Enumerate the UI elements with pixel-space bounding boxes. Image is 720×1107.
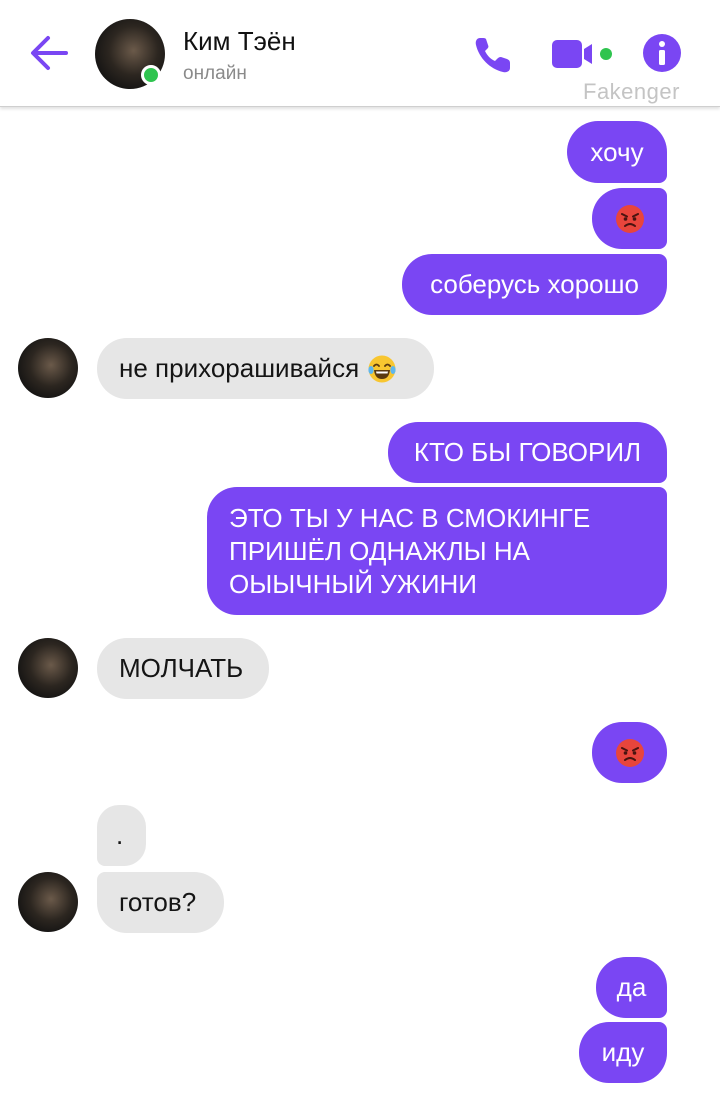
message-text: хочу xyxy=(590,136,644,167)
laughing-tears-face-icon xyxy=(368,355,396,382)
message-bubble-incoming[interactable]: готов? xyxy=(97,872,224,933)
chat-header: Ким Тэён онлайн Fakenger xyxy=(0,0,720,107)
message-bubble-outgoing[interactable]: да xyxy=(596,957,667,1018)
watermark: Fakenger xyxy=(583,79,680,104)
message-bubble-outgoing[interactable]: иду xyxy=(579,1022,667,1083)
message-text: КТО БЫ ГОВОРИЛ xyxy=(413,437,642,467)
message-text: ЭТО ТЫ У НАС В СМОКИНГЕ ПРИШЁЛ ОДНАЖЛЫ Н… xyxy=(229,502,591,599)
message-bubble-outgoing[interactable]: хочу xyxy=(567,121,667,183)
message-bubble-outgoing[interactable]: ЭТО ТЫ У НАС В СМОКИНГЕ ПРИШЁЛ ОДНАЖЛЫ Н… xyxy=(207,487,667,615)
contact-avatar[interactable] xyxy=(18,872,78,932)
message-bubble-outgoing[interactable] xyxy=(592,722,667,783)
message-bubble-incoming[interactable]: не прихорашивайся xyxy=(97,338,434,399)
angry-face-icon xyxy=(615,738,644,767)
message-text: . xyxy=(116,820,124,850)
message-bubble-outgoing[interactable]: соберусь хорошо xyxy=(402,254,667,315)
info-icon[interactable] xyxy=(642,33,682,73)
contact-status: онлайн xyxy=(183,63,247,84)
message-text: иду xyxy=(601,1037,645,1067)
message-bubble-incoming[interactable]: МОЛЧАТЬ xyxy=(97,638,269,699)
contact-name[interactable]: Ким Тэён xyxy=(183,26,296,57)
phone-call-icon[interactable] xyxy=(470,32,516,78)
angry-face-icon xyxy=(615,204,644,233)
message-text: не прихорашивайся xyxy=(119,353,360,383)
message-bubble-outgoing[interactable]: КТО БЫ ГОВОРИЛ xyxy=(388,422,667,483)
message-text: МОЛЧАТЬ xyxy=(119,653,244,683)
message-text: готов? xyxy=(119,887,197,917)
message-bubble-outgoing[interactable] xyxy=(592,188,667,249)
message-bubble-incoming[interactable]: . xyxy=(97,805,146,866)
online-indicator xyxy=(141,65,161,85)
back-arrow-icon[interactable] xyxy=(26,30,72,76)
message-text: соберусь хорошо xyxy=(430,269,639,299)
video-call-icon[interactable] xyxy=(550,38,616,70)
contact-avatar[interactable] xyxy=(18,638,78,698)
message-text: да xyxy=(616,972,647,1002)
contact-avatar[interactable] xyxy=(18,338,78,398)
